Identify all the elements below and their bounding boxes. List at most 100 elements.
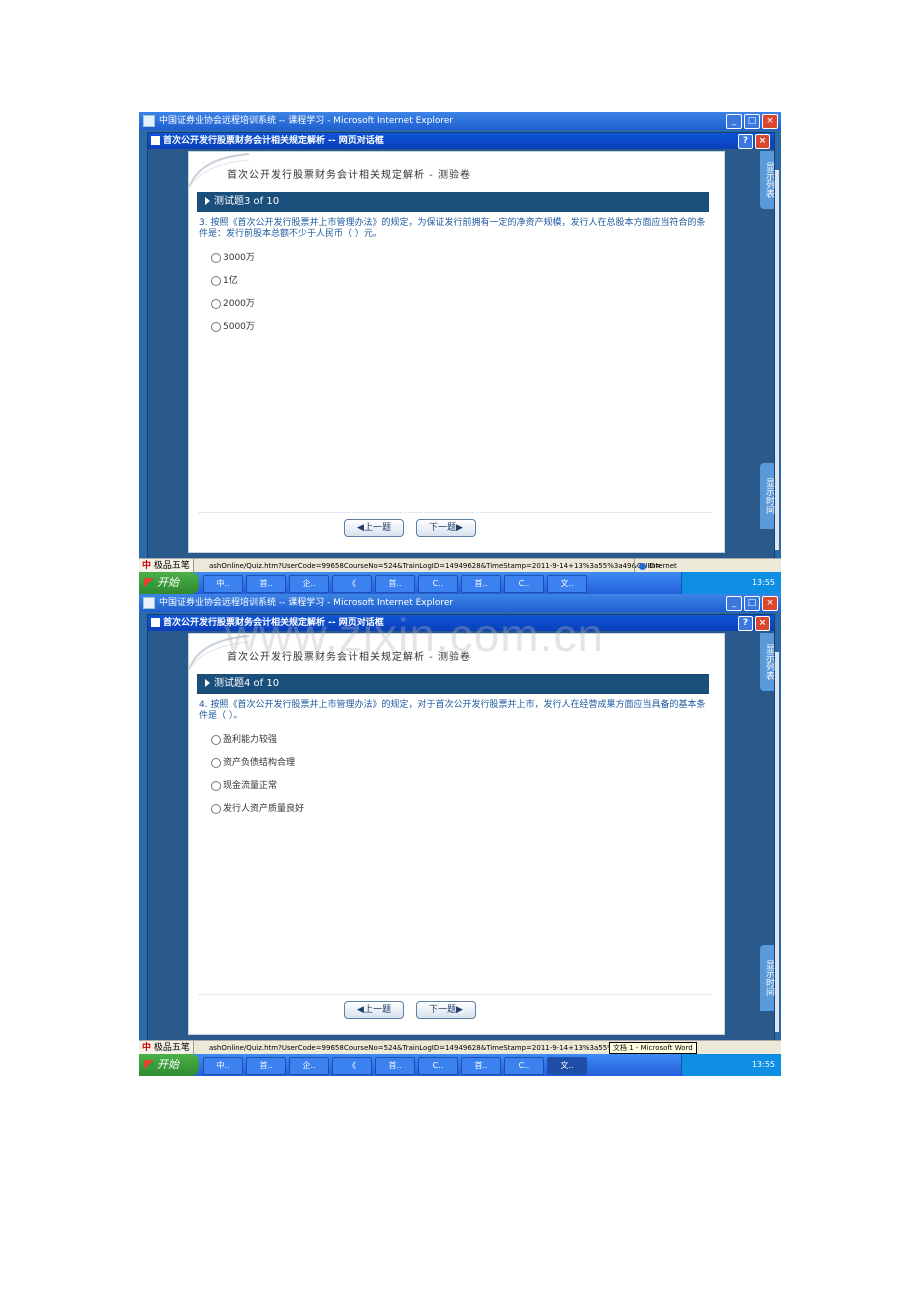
option-b[interactable]: 1亿 (211, 275, 238, 287)
dialog-title: 首次公开发行股票财务会计相关规定解析 -- 网页对话框 (163, 136, 384, 146)
divider (199, 994, 711, 995)
task-item[interactable]: 《 (332, 1057, 372, 1075)
radio-icon[interactable] (211, 321, 221, 332)
show-list-tab[interactable]: 显示列表 (760, 151, 774, 209)
task-item[interactable]: 首.. (246, 575, 286, 593)
radio-icon[interactable] (211, 275, 221, 286)
radio-icon[interactable] (211, 734, 221, 745)
task-item[interactable]: C.. (504, 1057, 544, 1075)
prev-question-button[interactable]: ◀上一题 (344, 519, 404, 537)
task-list: 中.. 首.. 企.. 《 首.. C.. 首.. C.. 文.. (203, 575, 587, 593)
ime-indicator[interactable]: 中 极品五笔 (139, 1041, 194, 1055)
clock[interactable]: 13:55 (752, 1060, 775, 1069)
next-question-button[interactable]: 下一题▶ (416, 519, 476, 537)
task-item[interactable]: 《 (332, 575, 372, 593)
option-label: 发行人资产质量良好 (223, 804, 305, 814)
task-item[interactable]: 文.. (547, 1057, 587, 1075)
option-d[interactable]: 5000万 (211, 321, 255, 333)
task-item[interactable]: 文.. (547, 575, 587, 593)
option-label: 资产负债结构合理 (223, 758, 296, 768)
ie-icon (143, 114, 155, 127)
radio-icon[interactable] (211, 780, 221, 791)
system-tray: 13:55 (681, 1054, 781, 1076)
clock[interactable]: 13:55 (752, 578, 775, 587)
taskbar: 开始 中.. 首.. 企.. 《 首.. C.. 首.. C.. 文.. 13:… (139, 1054, 781, 1076)
question-header-bar: 测试题3 of 10 (197, 192, 709, 212)
start-button[interactable]: 开始 (139, 572, 199, 594)
radio-icon[interactable] (211, 252, 221, 263)
radio-icon[interactable] (211, 803, 221, 814)
arrow-right-icon (205, 679, 210, 687)
dialog-icon (151, 136, 160, 145)
quiz-title: 首次公开发行股票财务会计相关规定解析 - 测验卷 (227, 652, 471, 663)
minimize-button[interactable]: _ (726, 114, 742, 129)
ime-label: 极品五笔 (153, 1043, 190, 1053)
radio-icon[interactable] (211, 757, 221, 768)
question-text: 4. 按照《首次公开发行股票并上市管理办法》的规定，对于首次公开发行股票并上市，… (199, 700, 706, 721)
task-item[interactable]: 企.. (289, 575, 329, 593)
option-label: 3000万 (223, 253, 255, 263)
option-label: 1亿 (223, 276, 238, 286)
status-bar: 中 极品五笔 ashOnline/Quiz.htm?UserCode=99658… (139, 558, 781, 573)
question-header: 测试题3 of 10 (214, 196, 280, 207)
ie-icon (143, 596, 155, 609)
dialog-close-button[interactable]: × (755, 134, 770, 149)
taskbar-tooltip: 文档 1 - Microsoft Word (609, 1042, 697, 1054)
zone-label: Internet (649, 562, 677, 570)
option-a[interactable]: 盈利能力较强 (211, 734, 277, 746)
status-url: ashOnline/Quiz.htm?UserCode=99658CourseN… (209, 562, 661, 570)
help-button[interactable]: ? (738, 616, 753, 631)
window-controls: _ □ × (726, 114, 778, 129)
globe-icon (639, 562, 646, 570)
browser-title: 中国证券业协会远程培训系统 -- 课程学习 - Microsoft Intern… (159, 598, 454, 608)
screenshot-1: 中国证券业协会远程培训系统 -- 课程学习 - Microsoft Intern… (139, 112, 781, 594)
option-c[interactable]: 2000万 (211, 298, 255, 310)
task-item[interactable]: 首.. (461, 1057, 501, 1075)
show-time-tab[interactable]: 显示时间 (760, 945, 774, 1011)
task-item[interactable]: C.. (504, 575, 544, 593)
task-item[interactable]: 中.. (203, 575, 243, 593)
show-time-tab[interactable]: 显示时间 (760, 463, 774, 529)
task-item[interactable]: 中.. (203, 1057, 243, 1075)
quiz-dialog: 首次公开发行股票财务会计相关规定解析 -- 网页对话框 ? × 首次公开发行股票… (147, 132, 775, 564)
task-item[interactable]: C.. (418, 575, 458, 593)
close-button[interactable]: × (762, 114, 778, 129)
quiz-panel: 首次公开发行股票财务会计相关规定解析 - 测验卷 测试题4 of 10 4. 按… (188, 633, 725, 1035)
task-item[interactable]: 企.. (289, 1057, 329, 1075)
next-question-button[interactable]: 下一题▶ (416, 1001, 476, 1019)
question-header-bar: 测试题4 of 10 (197, 674, 709, 694)
dialog-title: 首次公开发行股票财务会计相关规定解析 -- 网页对话框 (163, 618, 384, 628)
option-c[interactable]: 现金流量正常 (211, 780, 277, 792)
task-item[interactable]: C.. (418, 1057, 458, 1075)
divider (199, 512, 711, 513)
minimize-button[interactable]: _ (726, 596, 742, 611)
show-list-tab[interactable]: 显示列表 (760, 633, 774, 691)
task-item[interactable]: 首.. (461, 575, 501, 593)
option-label: 盈利能力较强 (223, 735, 278, 745)
browser-title: 中国证券业协会远程培训系统 -- 课程学习 - Microsoft Intern… (159, 116, 454, 126)
start-button[interactable]: 开始 (139, 1054, 199, 1076)
security-zone: Internet (634, 559, 677, 573)
dialog-close-button[interactable]: × (755, 616, 770, 631)
option-b[interactable]: 资产负债结构合理 (211, 757, 295, 769)
task-item[interactable]: 首.. (246, 1057, 286, 1075)
task-list: 中.. 首.. 企.. 《 首.. C.. 首.. C.. 文.. (203, 1057, 587, 1075)
help-button[interactable]: ? (738, 134, 753, 149)
browser-titlebar: 中国证券业协会远程培训系统 -- 课程学习 - Microsoft Intern… (139, 112, 781, 130)
maximize-button[interactable]: □ (744, 114, 760, 129)
option-d[interactable]: 发行人资产质量良好 (211, 803, 304, 815)
status-url: ashOnline/Quiz.htm?UserCode=99658CourseN… (209, 1044, 661, 1052)
radio-icon[interactable] (211, 298, 221, 309)
start-label: 开始 (157, 1058, 179, 1071)
option-label: 现金流量正常 (223, 781, 278, 791)
task-item[interactable]: 首.. (375, 1057, 415, 1075)
task-item[interactable]: 首.. (375, 575, 415, 593)
option-a[interactable]: 3000万 (211, 252, 255, 264)
system-tray: 13:55 (681, 572, 781, 594)
option-label: 5000万 (223, 322, 255, 332)
close-button[interactable]: × (762, 596, 778, 611)
quiz-title: 首次公开发行股票财务会计相关规定解析 - 测验卷 (227, 170, 471, 181)
maximize-button[interactable]: □ (744, 596, 760, 611)
prev-question-button[interactable]: ◀上一题 (344, 1001, 404, 1019)
ime-indicator[interactable]: 中 极品五笔 (139, 559, 194, 573)
